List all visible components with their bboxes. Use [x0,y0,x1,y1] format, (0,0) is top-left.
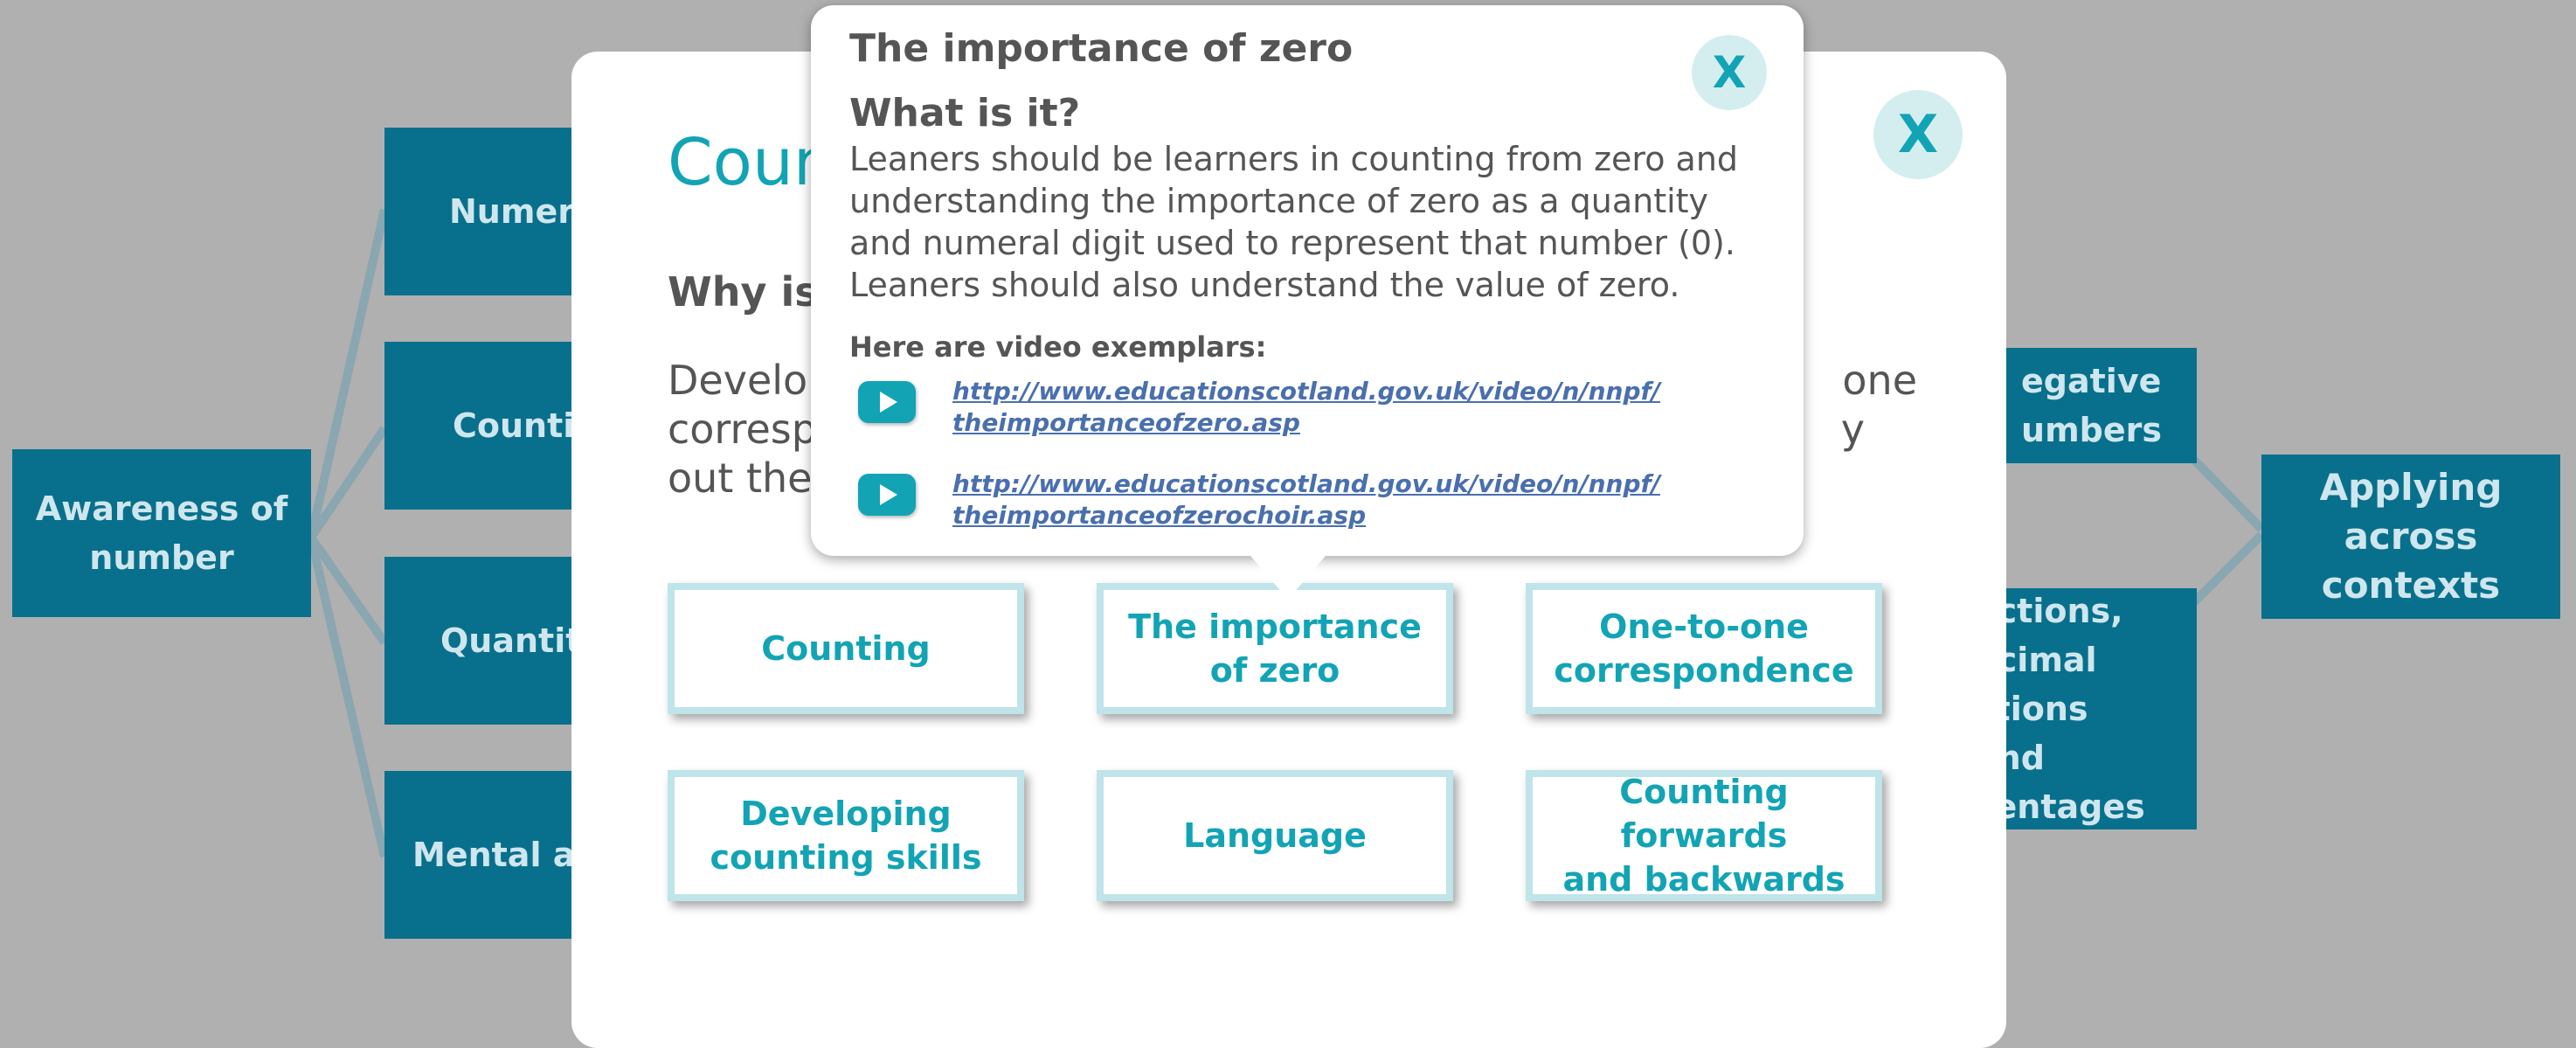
node-label: egative [2021,362,2162,400]
modal-close-button[interactable]: X [1873,90,1963,179]
node-label: Counti [453,406,575,445]
card-label: One-to-one [1599,607,1809,646]
video-link[interactable]: http://www.educationscotland.gov.uk/vide… [952,376,1669,439]
card-counting[interactable]: Counting [668,583,1024,714]
modal-body-line: y [1840,406,1865,453]
modal-body-line: out the [668,455,813,502]
card-label: of zero [1209,651,1340,690]
node-label: across [2344,515,2478,558]
popup-body: Leaners should be learners in counting f… [849,140,1739,304]
youtube-play-icon[interactable] [858,381,916,423]
popup-title: The importance of zero [849,26,1354,71]
modal-title: Coun [668,125,834,200]
node-negative-numbers[interactable]: egative umbers [1975,348,2197,463]
card-counting-forwards-and-backwards[interactable]: Counting forwards and backwards [1526,770,1882,901]
card-label: and backwards [1562,860,1845,899]
card-label: Developing [740,795,952,833]
popup-subtitle: What is it? [849,91,1081,135]
card-label: Counting [761,629,931,668]
node-label: Quantit [440,621,582,660]
modal-subtitle: Why is [668,268,819,316]
node-label: number [89,538,234,577]
node-label: Awareness of [35,489,288,528]
modal-body-line: corresp [668,406,817,453]
card-developing-counting-skills[interactable]: Developing counting skills [668,770,1024,901]
video-item: http://www.educationscotland.gov.uk/vide… [858,468,1784,538]
video-link-line: http://www.educationscotland.gov.uk/vide… [952,377,1660,406]
video-link-line: theimportanceofzerochoir.asp [952,501,1367,530]
video-item: http://www.educationscotland.gov.uk/vide… [858,376,1784,446]
node-label: Numer [449,192,574,231]
card-label: The importance [1128,607,1422,646]
importance-of-zero-popup: The importance of zero What is it? Leane… [811,5,1804,556]
video-exemplars-heading: Here are video exemplars: [849,330,1267,364]
card-label: Language [1183,816,1367,855]
modal-body-line: Develop [668,357,834,404]
card-label: counting skills [710,838,982,877]
card-language[interactable]: Language [1097,770,1453,901]
node-fractions-decimals-percentages[interactable]: actions, ecimal ctions and centages [1975,588,2197,829]
card-one-to-one-correspondence[interactable]: One-to-one correspondence [1526,583,1882,714]
popup-close-button[interactable]: X [1692,35,1767,110]
node-awareness-of-number[interactable]: Awareness of number [12,449,311,617]
modal-body-line: one [1842,357,1917,404]
node-label: Applying [2319,466,2503,509]
youtube-play-icon[interactable] [858,474,916,516]
card-importance-of-zero[interactable]: The importance of zero [1097,583,1453,714]
video-link-line: theimportanceofzero.asp [952,408,1300,437]
node-label: contexts [2321,564,2501,607]
card-label: correspondence [1554,651,1854,690]
popup-pointer-arrow [1246,551,1330,600]
video-link-line: http://www.educationscotland.gov.uk/vide… [952,469,1660,498]
video-link[interactable]: http://www.educationscotland.gov.uk/vide… [952,468,1669,531]
node-label: umbers [2021,411,2162,449]
card-label: Counting forwards [1619,773,1789,855]
node-applying-across-contexts[interactable]: Applying across contexts [2261,455,2560,619]
